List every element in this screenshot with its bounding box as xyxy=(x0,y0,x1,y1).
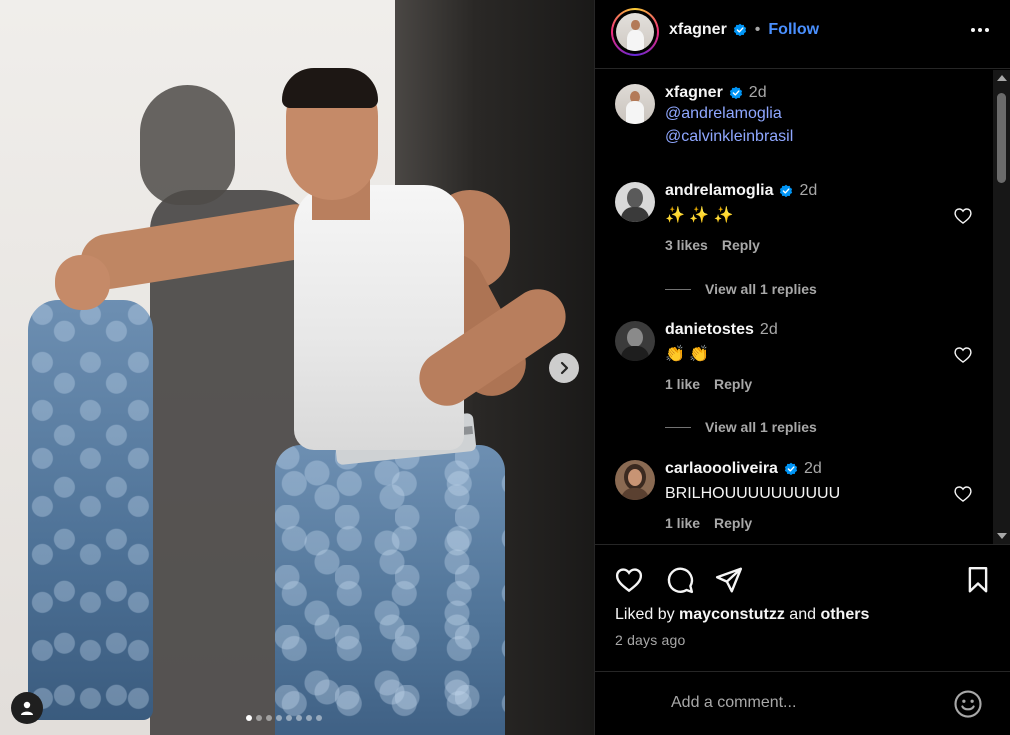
liked-by-and: and xyxy=(789,606,816,623)
reply-button[interactable]: Reply xyxy=(714,515,752,531)
view-replies-button[interactable]: View all 1 replies xyxy=(665,419,817,435)
photo-hand xyxy=(55,255,110,310)
post-panel: xfagner • Follow xfagner 2d @andrelamogl… xyxy=(594,0,1010,735)
share-icon[interactable] xyxy=(714,565,744,595)
comment-username[interactable]: danietostes xyxy=(665,321,754,339)
add-comment-bar xyxy=(595,671,1010,735)
post-media[interactable] xyxy=(0,0,594,735)
carousel-dot xyxy=(246,715,252,721)
carousel-dot xyxy=(316,715,322,721)
author-username[interactable]: xfagner xyxy=(669,21,727,39)
next-slide-button[interactable] xyxy=(549,353,579,383)
carousel-dot xyxy=(276,715,282,721)
comments-scrollbar[interactable] xyxy=(993,70,1010,544)
replies-divider xyxy=(665,426,691,428)
comment-icon[interactable] xyxy=(665,565,695,595)
comment-text: 👏 👏 xyxy=(665,346,710,363)
caption-author-avatar[interactable] xyxy=(615,84,655,124)
verified-badge-icon xyxy=(733,23,746,37)
chevron-right-icon xyxy=(560,361,569,375)
photo-hair xyxy=(282,68,378,108)
scroll-thumb[interactable] xyxy=(997,93,1006,183)
comment-text: ✨ ✨ ✨ xyxy=(665,207,734,224)
post-age[interactable]: 2 days ago xyxy=(615,632,686,648)
comment-likes[interactable]: 1 like xyxy=(665,515,700,531)
liked-by[interactable]: Liked by mayconstutzz and others xyxy=(615,606,869,624)
comment-username[interactable]: carlaoooliveira xyxy=(665,460,778,478)
post-header: xfagner • Follow xyxy=(595,0,1010,69)
heart-icon[interactable] xyxy=(953,206,973,226)
caption-mention[interactable]: @calvinkleinbrasil xyxy=(665,125,965,148)
caption-username[interactable]: xfagner xyxy=(665,84,723,102)
caption-mention[interactable]: @andrelamoglia xyxy=(665,102,965,125)
liked-by-others[interactable]: others xyxy=(820,606,869,623)
verified-badge-icon xyxy=(729,86,742,100)
carousel-dot xyxy=(296,715,302,721)
replies-divider xyxy=(665,288,691,290)
carousel-dot xyxy=(256,715,262,721)
liked-by-prefix: Liked by xyxy=(615,606,675,623)
scroll-down-arrow-icon[interactable] xyxy=(997,533,1007,539)
photo-jeans xyxy=(275,445,505,735)
view-replies-button[interactable]: View all 1 replies xyxy=(665,281,817,297)
comment-time: 2d xyxy=(799,182,818,199)
comment-time: 2d xyxy=(803,460,822,477)
more-options-icon xyxy=(971,28,975,32)
follow-separator: • xyxy=(754,21,761,38)
carousel-indicator xyxy=(246,715,322,721)
scroll-up-arrow-icon[interactable] xyxy=(997,75,1007,81)
liked-by-user[interactable]: mayconstutzz xyxy=(679,606,785,623)
comment-time: 2d xyxy=(759,321,778,338)
carousel-dot xyxy=(286,715,292,721)
user-tag-icon xyxy=(21,701,33,715)
more-options-button[interactable] xyxy=(971,28,989,32)
comment-text: BRILHOUUUUUUUUUU xyxy=(665,485,841,502)
follow-button[interactable]: Follow xyxy=(768,21,819,39)
verified-badge-icon xyxy=(780,184,793,198)
reply-button[interactable]: Reply xyxy=(722,237,760,253)
comment-username[interactable]: andrelamoglia xyxy=(665,182,773,200)
comment-likes[interactable]: 3 likes xyxy=(665,237,708,253)
view-replies-label: View all 1 replies xyxy=(705,281,817,297)
photo-tank-top xyxy=(294,185,464,450)
heart-icon[interactable] xyxy=(614,565,644,595)
comment-likes[interactable]: 1 like xyxy=(665,376,700,392)
carousel-dot xyxy=(306,715,312,721)
comments-list[interactable]: xfagner 2d @andrelamoglia @calvinkleinbr… xyxy=(595,70,995,544)
photo-denim-jacket xyxy=(28,300,153,720)
carousel-dot xyxy=(266,715,272,721)
caption-time: 2d xyxy=(748,84,767,101)
heart-icon[interactable] xyxy=(953,345,973,365)
commenter-avatar[interactable] xyxy=(615,182,655,222)
commenter-avatar[interactable] xyxy=(615,321,655,361)
emoji-icon[interactable] xyxy=(953,689,983,719)
verified-badge-icon xyxy=(784,462,798,476)
post-actions: Liked by mayconstutzz and others 2 days … xyxy=(595,544,1010,735)
heart-icon[interactable] xyxy=(953,484,973,504)
user-tags-button[interactable] xyxy=(11,692,43,724)
add-comment-input[interactable] xyxy=(671,691,951,715)
bookmark-icon[interactable] xyxy=(963,565,993,595)
photo-shadow-head xyxy=(140,85,235,205)
commenter-avatar[interactable] xyxy=(615,460,655,500)
view-replies-label: View all 1 replies xyxy=(705,419,817,435)
author-avatar[interactable] xyxy=(611,8,659,56)
reply-button[interactable]: Reply xyxy=(714,376,752,392)
